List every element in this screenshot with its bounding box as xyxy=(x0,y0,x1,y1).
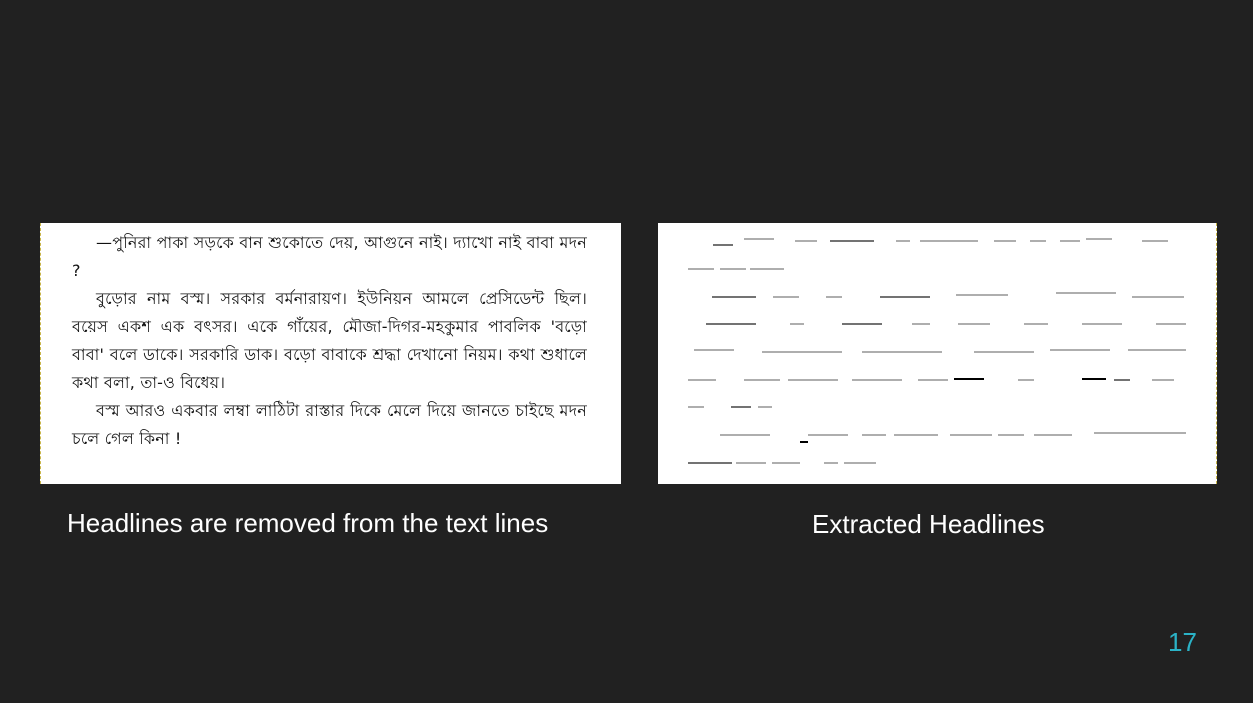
headline-removed-text-image: —পুনিরা পাকা সড়কে বান শুকোতে দেয়, আগুন… xyxy=(40,223,621,484)
slide-number: 17 xyxy=(1168,627,1197,657)
headline-stroke xyxy=(1114,379,1130,381)
headline-stroke xyxy=(1142,240,1168,242)
headline-stroke xyxy=(1152,379,1174,381)
headline-stroke xyxy=(795,240,817,242)
headline-stroke xyxy=(958,323,990,325)
headline-stroke xyxy=(1024,323,1048,325)
headline-stroke xyxy=(880,296,930,298)
headline-stroke xyxy=(974,351,1034,353)
headline-stroke xyxy=(713,244,733,246)
headline-stroke xyxy=(706,323,756,325)
headline-stroke xyxy=(912,323,930,325)
headline-stroke xyxy=(762,351,842,353)
headline-stroke xyxy=(744,379,780,381)
headline-stroke xyxy=(758,406,772,408)
headline-stroke xyxy=(790,323,804,325)
headline-stroke xyxy=(830,240,874,242)
bengali-text-block: —পুনিরা পাকা সড়কে বান শুকোতে দেয়, আগুন… xyxy=(72,229,587,453)
headline-stroke xyxy=(824,462,838,464)
headline-stroke xyxy=(788,379,838,381)
headline-stroke xyxy=(1132,296,1184,298)
headline-stroke xyxy=(918,379,948,381)
headline-stroke xyxy=(998,434,1024,436)
headline-stroke xyxy=(862,351,942,353)
text-paragraph: বুড়োর নাম বস্ম। সরকার বর্মনারায়ণ। ইউনি… xyxy=(72,289,587,392)
headline-stroke xyxy=(954,378,984,380)
headline-stroke xyxy=(1034,434,1072,436)
headline-stroke xyxy=(772,462,800,464)
headline-stroke xyxy=(1086,238,1112,240)
headline-stroke xyxy=(1156,323,1186,325)
headline-stroke xyxy=(688,462,732,464)
left-image-caption: Headlines are removed from the text line… xyxy=(67,508,549,538)
headline-stroke xyxy=(712,296,756,298)
headline-stroke xyxy=(950,434,992,436)
headline-stroke xyxy=(826,296,842,298)
headline-stroke xyxy=(720,268,746,270)
headline-stroke xyxy=(1128,349,1186,351)
headline-stroke xyxy=(1094,432,1186,434)
headline-stroke xyxy=(896,240,910,242)
headline-stroke xyxy=(750,268,784,270)
headline-stroke xyxy=(1018,379,1034,381)
headline-stroke xyxy=(800,441,808,443)
headline-stroke xyxy=(744,238,774,240)
headline-stroke xyxy=(736,462,766,464)
right-image-caption: Extracted Headlines xyxy=(812,509,1045,539)
headline-stroke xyxy=(844,462,876,464)
headline-stroke xyxy=(894,434,938,436)
headline-stroke xyxy=(688,268,714,270)
headline-stroke xyxy=(920,240,978,242)
headline-stroke xyxy=(773,296,799,298)
headline-stroke xyxy=(862,434,886,436)
headline-stroke xyxy=(1030,240,1046,242)
text-paragraph: বস্ম আরও একবার লম্বা লাঠিটা রাস্তার দিকে… xyxy=(72,401,587,448)
headline-stroke xyxy=(720,434,770,436)
headline-stroke xyxy=(1082,378,1106,380)
text-paragraph: —পুনিরা পাকা সড়কে বান শুকোতে দেয়, আগুন… xyxy=(72,233,587,280)
headline-stroke xyxy=(688,379,716,381)
headline-stroke xyxy=(688,406,704,408)
headline-stroke xyxy=(842,323,882,325)
headline-stroke xyxy=(1082,323,1122,325)
headline-stroke xyxy=(1056,292,1116,294)
headline-stroke xyxy=(808,434,848,436)
headline-stroke xyxy=(994,240,1016,242)
headline-stroke xyxy=(694,349,734,351)
headline-stroke xyxy=(1060,240,1080,242)
headline-stroke xyxy=(1050,349,1110,351)
extracted-headlines-image xyxy=(658,223,1217,484)
headline-stroke xyxy=(956,294,1008,296)
headline-stroke xyxy=(731,406,751,408)
headline-stroke xyxy=(852,379,902,381)
